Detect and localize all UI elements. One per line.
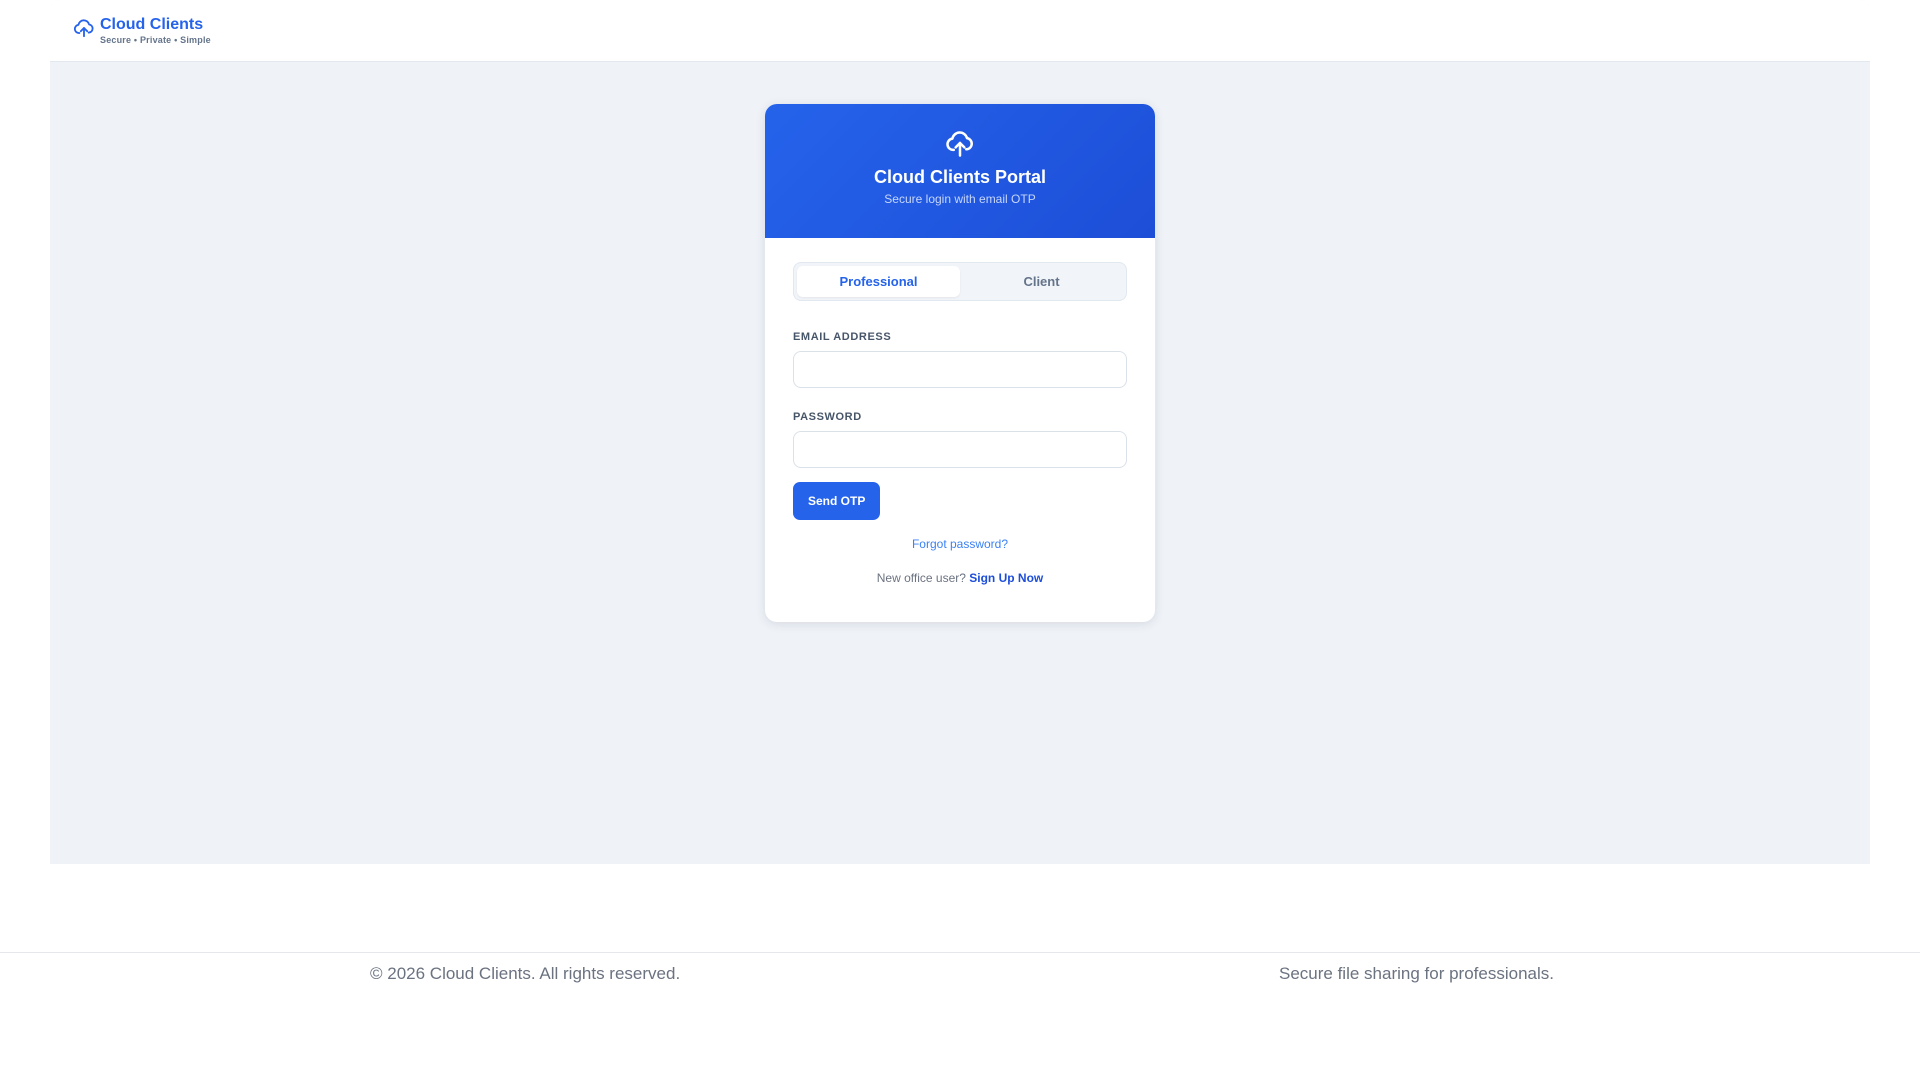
signup-row: New office user? Sign Up Now bbox=[793, 570, 1127, 586]
portal-title: Cloud Clients Portal bbox=[873, 167, 1046, 187]
brand-tagline: Secure • Private • Simple bbox=[100, 35, 211, 45]
login-form: Professional Client EMAIL ADDRESS PASSWO… bbox=[765, 238, 1155, 586]
brand[interactable]: Cloud Clients Secure • Private • Simple bbox=[73, 15, 211, 46]
forgot-password-link[interactable]: Forgot password? bbox=[793, 536, 1127, 552]
tab-professional[interactable]: Professional bbox=[797, 266, 960, 297]
footer: © 2026 Cloud Clients. All rights reserve… bbox=[0, 952, 1920, 1080]
footer-tagline: Secure file sharing for professionals. bbox=[1279, 964, 1554, 983]
app-shell: Cloud Clients Secure • Private • Simple … bbox=[50, 0, 1870, 864]
cloud-upload-icon bbox=[73, 17, 95, 39]
cloud-upload-icon bbox=[945, 131, 975, 162]
password-field[interactable] bbox=[793, 431, 1127, 468]
sign-up-link[interactable]: Sign Up Now bbox=[969, 571, 1043, 585]
login-card-header: Cloud Clients Portal Secure login with e… bbox=[765, 104, 1155, 238]
brand-name: Cloud Clients bbox=[100, 16, 204, 33]
send-otp-button[interactable]: Send OTP bbox=[793, 482, 881, 520]
password-label: PASSWORD bbox=[793, 411, 862, 423]
top-bar: Cloud Clients Secure • Private • Simple bbox=[50, 0, 1870, 62]
tab-client[interactable]: Client bbox=[960, 266, 1123, 297]
email-field[interactable] bbox=[793, 351, 1127, 388]
footer-copyright: © 2026 Cloud Clients. All rights reserve… bbox=[370, 964, 681, 983]
portal-subtitle: Secure login with email OTP bbox=[884, 192, 1036, 206]
role-tabs: Professional Client bbox=[793, 262, 1127, 301]
login-card: Cloud Clients Portal Secure login with e… bbox=[765, 104, 1155, 622]
signup-prompt: New office user? bbox=[876, 571, 970, 585]
email-label: EMAIL ADDRESS bbox=[793, 331, 892, 343]
